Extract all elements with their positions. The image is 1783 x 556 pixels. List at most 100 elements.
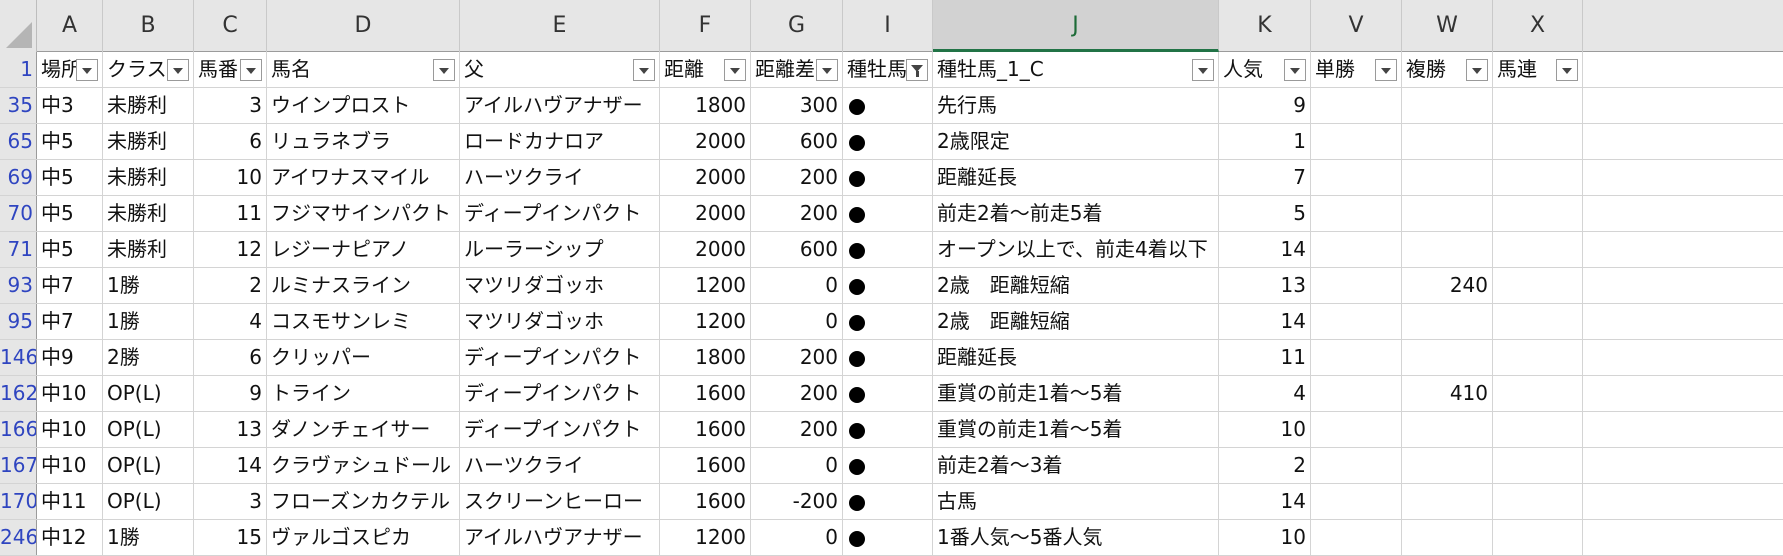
distance-cell[interactable]: 2000 [660,232,751,267]
horse-name-cell[interactable]: ルミナスライン [267,268,460,303]
row-header[interactable]: 146 [0,340,37,375]
column-header-V[interactable]: V [1311,0,1402,52]
class-cell[interactable]: 未勝利 [103,88,194,123]
column-header-F[interactable]: F [660,0,751,52]
popularity-cell[interactable]: 9 [1219,88,1311,123]
place-payout-cell[interactable]: 240 [1402,268,1493,303]
row-header[interactable]: 167 [0,448,37,483]
column-header-C[interactable]: C [194,0,267,52]
quinella-cell[interactable] [1493,412,1583,447]
quinella-cell[interactable] [1493,304,1583,339]
place-payout-cell[interactable]: 410 [1402,376,1493,411]
dropdown-filter-icon[interactable] [1375,59,1397,81]
stallion-mark-cell[interactable] [843,520,933,555]
popularity-cell[interactable]: 7 [1219,160,1311,195]
popularity-cell[interactable]: 14 [1219,484,1311,519]
win-payout-cell[interactable] [1311,196,1402,231]
horse-name-cell[interactable]: ダノンチェイサー [267,412,460,447]
distance-cell[interactable]: 1600 [660,376,751,411]
stallion-mark-cell[interactable] [843,448,933,483]
sire-cell[interactable]: スクリーンヒーロー [460,484,660,519]
umaban-cell[interactable]: 4 [194,304,267,339]
place-payout-cell[interactable] [1402,124,1493,159]
place-cell[interactable]: 中10 [37,412,103,447]
win-payout-cell[interactable] [1311,124,1402,159]
row-header[interactable]: 71 [0,232,37,267]
quinella-cell[interactable] [1493,520,1583,555]
quinella-cell[interactable] [1493,124,1583,159]
win-payout-cell[interactable] [1311,340,1402,375]
stallion-mark-cell[interactable] [843,268,933,303]
quinella-cell[interactable] [1493,268,1583,303]
sire-cell[interactable]: マツリダゴッホ [460,268,660,303]
win-payout-cell[interactable] [1311,448,1402,483]
popularity-cell[interactable]: 11 [1219,340,1311,375]
distance-cell[interactable]: 1600 [660,412,751,447]
distance-diff-cell[interactable]: 0 [751,268,843,303]
place-payout-cell[interactable] [1402,304,1493,339]
row-header[interactable]: 69 [0,160,37,195]
distance-diff-cell[interactable]: 300 [751,88,843,123]
win-payout-cell[interactable] [1311,376,1402,411]
spreadsheet[interactable]: A B C D E F G I J K V W X 1 場所 クラス 馬番 馬名… [0,0,1783,556]
dropdown-filter-icon[interactable] [240,59,262,81]
place-payout-cell[interactable] [1402,520,1493,555]
place-cell[interactable]: 中5 [37,124,103,159]
distance-cell[interactable]: 1800 [660,340,751,375]
popularity-cell[interactable]: 14 [1219,232,1311,267]
umaban-cell[interactable]: 11 [194,196,267,231]
umaban-cell[interactable]: 15 [194,520,267,555]
distance-diff-cell[interactable]: 200 [751,340,843,375]
place-payout-cell[interactable] [1402,196,1493,231]
distance-diff-cell[interactable]: 200 [751,376,843,411]
dropdown-filter-icon[interactable] [1192,59,1214,81]
win-payout-cell[interactable] [1311,304,1402,339]
distance-cell[interactable]: 1600 [660,448,751,483]
class-cell[interactable]: OP(L) [103,484,194,519]
header-cell[interactable]: 人気 [1219,52,1311,87]
horse-name-cell[interactable]: レジーナピアノ [267,232,460,267]
stallion-condition-cell[interactable]: 先行馬 [933,88,1219,123]
header-cell[interactable]: 距離差 [751,52,843,87]
horse-name-cell[interactable]: ウインプロスト [267,88,460,123]
dropdown-filter-icon[interactable] [724,59,746,81]
quinella-cell[interactable] [1493,232,1583,267]
class-cell[interactable]: 1勝 [103,268,194,303]
stallion-mark-cell[interactable] [843,376,933,411]
place-cell[interactable]: 中12 [37,520,103,555]
column-header-G[interactable]: G [751,0,843,52]
place-payout-cell[interactable] [1402,232,1493,267]
row-header[interactable]: 95 [0,304,37,339]
sire-cell[interactable]: アイルハヴアナザー [460,88,660,123]
umaban-cell[interactable]: 6 [194,124,267,159]
quinella-cell[interactable] [1493,484,1583,519]
stallion-mark-cell[interactable] [843,124,933,159]
popularity-cell[interactable]: 13 [1219,268,1311,303]
quinella-cell[interactable] [1493,448,1583,483]
header-cell[interactable]: 馬連 [1493,52,1583,87]
column-header-I[interactable]: I [843,0,933,52]
quinella-cell[interactable] [1493,160,1583,195]
quinella-cell[interactable] [1493,88,1583,123]
class-cell[interactable]: 1勝 [103,520,194,555]
class-cell[interactable]: 未勝利 [103,196,194,231]
quinella-cell[interactable] [1493,340,1583,375]
stallion-mark-cell[interactable] [843,340,933,375]
horse-name-cell[interactable]: アイワナスマイル [267,160,460,195]
header-cell[interactable]: 複勝 [1402,52,1493,87]
sire-cell[interactable]: ディープインパクト [460,412,660,447]
row-header[interactable]: 246 [0,520,37,555]
header-cell[interactable]: 単勝 [1311,52,1402,87]
distance-cell[interactable]: 1800 [660,88,751,123]
select-all-corner[interactable] [0,0,37,52]
horse-name-cell[interactable]: ヴァルゴスピカ [267,520,460,555]
column-header-X[interactable]: X [1493,0,1583,52]
place-cell[interactable]: 中10 [37,448,103,483]
header-cell[interactable]: 馬名 [267,52,460,87]
distance-diff-cell[interactable]: 200 [751,196,843,231]
row-header[interactable]: 35 [0,88,37,123]
place-payout-cell[interactable] [1402,340,1493,375]
distance-cell[interactable]: 2000 [660,196,751,231]
popularity-cell[interactable]: 10 [1219,520,1311,555]
place-payout-cell[interactable] [1402,484,1493,519]
